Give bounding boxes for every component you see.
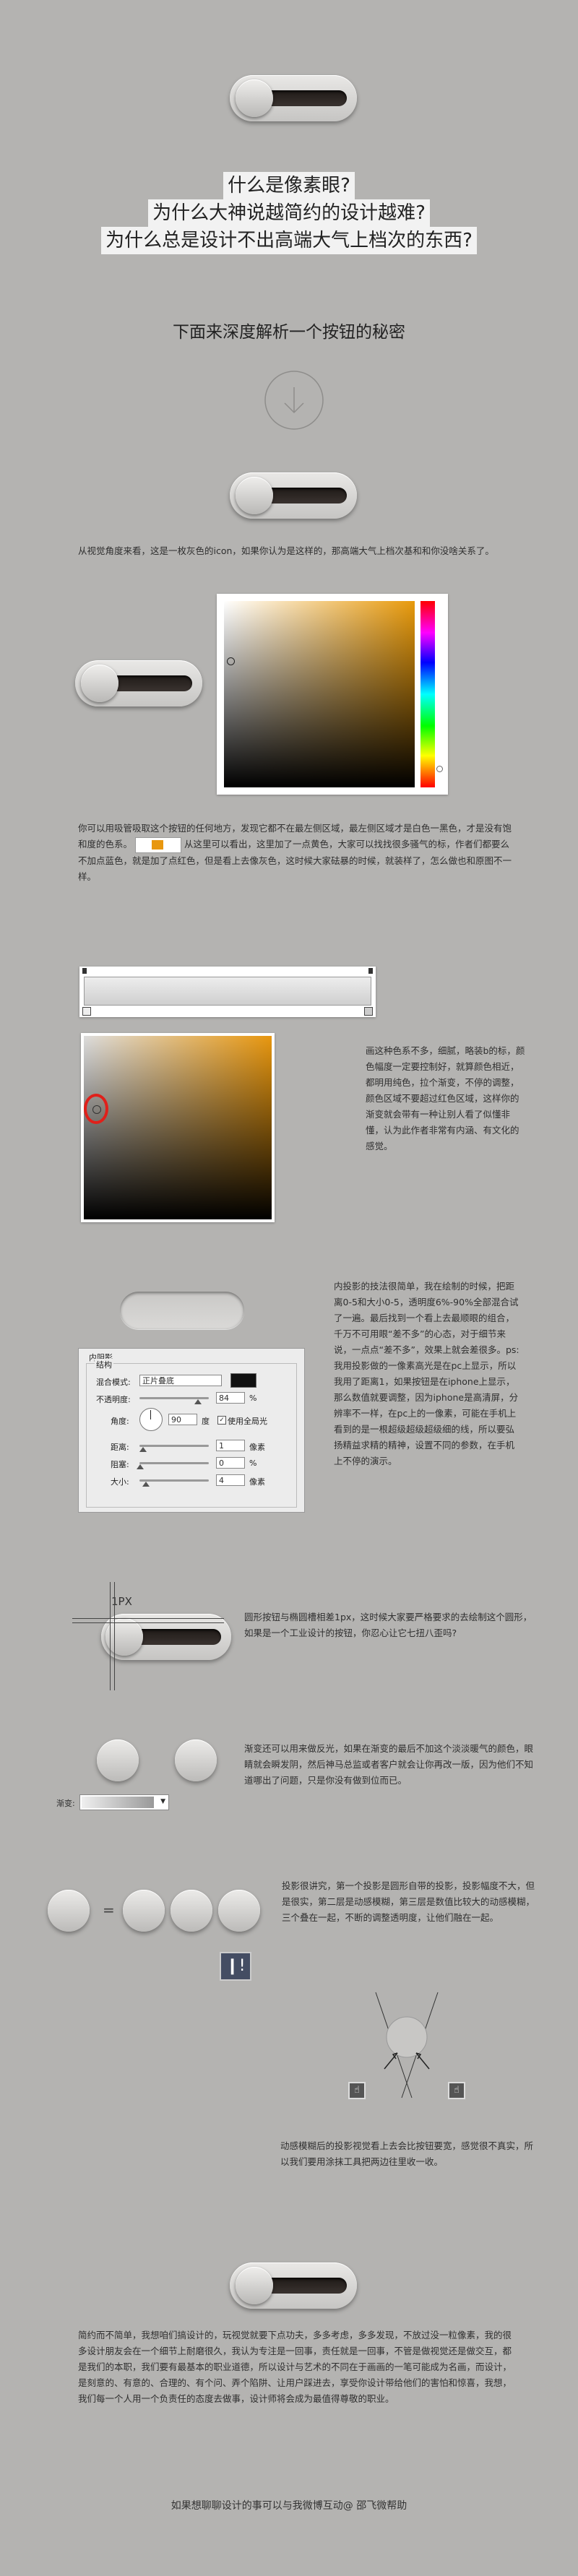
motion-blur-icon: ❙! <box>220 1952 251 1981</box>
choke-input[interactable]: 0 <box>216 1457 245 1469</box>
equals-sign: = <box>103 1901 115 1919</box>
toggle-switch-final <box>230 2262 357 2309</box>
title-line-2: 为什么大神说越简约的设计越难? <box>0 199 578 227</box>
paragraph-5: 圆形按钮与椭圆槽相差1px，这时候大家要严格要求的去绘制这个圆形，如果是一个工业… <box>244 1612 532 1638</box>
gradient-stop-top-left[interactable] <box>82 968 87 974</box>
paragraph-1: 从视觉角度来看，这是一枚灰色的icon，如果你认为是这样的，那高端大气上档次基和… <box>78 545 494 556</box>
paragraph-4: 内投影的技法很简单，我在绘制的时候，把距离0-5和大小0-5，透明度6%-90%… <box>334 1281 519 1466</box>
size-slider[interactable] <box>139 1479 209 1482</box>
distance-input[interactable]: 1 <box>216 1440 245 1451</box>
distance-slider[interactable] <box>139 1445 209 1447</box>
distance-slider-thumb[interactable] <box>139 1447 147 1452</box>
color-picker-handle[interactable] <box>227 657 235 665</box>
shadow-result-button <box>48 1890 90 1932</box>
size-input[interactable]: 4 <box>216 1474 245 1486</box>
color-picker-panel <box>217 594 448 795</box>
blend-mode-label: 混合模式: <box>96 1378 131 1387</box>
distance-unit: 像素 <box>249 1443 265 1452</box>
gradient-editor-bar <box>79 967 376 1017</box>
gradient-preview <box>84 977 371 1006</box>
circle-button-a <box>97 1739 139 1781</box>
shadow-layer-1 <box>123 1890 165 1932</box>
chevron-down-circle-icon <box>264 370 324 431</box>
toggle-knob <box>81 665 118 702</box>
gradient-stop-top-right[interactable] <box>368 968 373 974</box>
distance-label: 距离: <box>111 1443 129 1452</box>
angle-dial[interactable] <box>139 1408 163 1431</box>
opacity-input[interactable]: 84 <box>216 1392 245 1404</box>
paragraph-3: 画这种色系不多，细腻，略装b的标，颜色幅度一定要控制好，就算颜色相近，都明用纯色… <box>366 1045 525 1151</box>
smudge-tool-icon: ☝ <box>448 2082 465 2099</box>
gradient-stop-bottom-right[interactable] <box>364 1007 373 1016</box>
gradient-label: 渐变: <box>56 1799 75 1808</box>
pill-button-sample <box>120 1292 244 1329</box>
shadow-layer-2 <box>171 1890 212 1932</box>
angle-input[interactable]: 90 <box>168 1414 197 1425</box>
inner-shadow-dialog: 内阴影 结构 混合模式: 正片叠底 不透明度: 84 % 角度: 90 度 ✓ … <box>78 1348 305 1513</box>
hue-marker <box>436 766 443 772</box>
global-light-label: 使用全局光 <box>228 1417 267 1426</box>
opacity-slider-thumb[interactable] <box>194 1399 202 1404</box>
toggle-knob <box>236 79 273 117</box>
toggle-switch-3 <box>75 660 202 706</box>
size-slider-thumb[interactable] <box>142 1482 150 1487</box>
size-unit: 像素 <box>249 1477 265 1487</box>
dialog-struct-title: 结构 <box>95 1359 113 1370</box>
subtitle: 下面来深度解析一个按钮的秘密 <box>173 323 405 342</box>
title-line-3: 为什么总是设计不出高端大气上档次的东西? <box>0 227 578 254</box>
toggle-knob <box>236 477 273 514</box>
blend-mode-select[interactable]: 正片叠底 <box>139 1375 222 1386</box>
choke-slider-thumb[interactable] <box>137 1464 144 1469</box>
footer-text: 如果想聊聊设计的事可以与我微博互动@ 邵飞微帮助 <box>171 2500 407 2512</box>
color-field[interactable] <box>224 601 415 787</box>
color-field-detail <box>81 1033 275 1222</box>
angle-unit: 度 <box>202 1417 210 1426</box>
smudge-diagram: ☝ ☝ <box>340 1989 465 2112</box>
size-label: 大小: <box>111 1477 129 1487</box>
choke-unit: % <box>249 1458 257 1468</box>
toggle-knob <box>236 2267 273 2304</box>
opacity-label: 不透明度: <box>96 1395 131 1404</box>
choke-slider[interactable] <box>139 1462 209 1464</box>
title-line-1: 什么是像素眼? <box>0 172 578 199</box>
paragraph-2: 你可以用吸管吸取这个按钮的任何地方，发现它都不在最左侧区域，最左侧区域才是白色一… <box>78 823 512 882</box>
color-swatch-inline <box>135 837 181 853</box>
toggle-switch-top <box>230 75 357 121</box>
smudge-tool-icon: ☝ <box>348 2082 366 2099</box>
gradient-select[interactable]: ▼ <box>79 1794 169 1810</box>
hue-slider[interactable] <box>420 601 435 787</box>
color-sample-highlight <box>84 1094 108 1124</box>
choke-label: 阻塞: <box>111 1460 129 1469</box>
circle-button-b <box>175 1739 217 1781</box>
chevron-down-icon: ▼ <box>160 1798 165 1805</box>
one-px-diagram <box>72 1582 238 1690</box>
opacity-unit: % <box>249 1393 257 1403</box>
paragraph-9: 简约而不简单，我想咱们搞设计的，玩视觉就要下点功夫，多多考虑，多多发现，不放过没… <box>78 2330 512 2404</box>
angle-label: 角度: <box>111 1417 129 1426</box>
toggle-switch-2 <box>230 472 357 519</box>
shadow-color-swatch[interactable] <box>230 1373 256 1388</box>
shadow-layer-3 <box>218 1890 260 1932</box>
paragraph-6: 渐变还可以用来做反光，如果在渐变的最后不加这个淡淡暖气的颜色，眼睛就会瞬发阴，然… <box>244 1743 534 1786</box>
paragraph-8: 动感模糊后的投影视觉看上去会比按钮要宽，感觉很不真实，所以我们要用涂抹工具把两边… <box>280 2140 534 2167</box>
gradient-stop-bottom-left[interactable] <box>82 1007 91 1016</box>
global-light-checkbox[interactable]: ✓ <box>217 1416 226 1425</box>
paragraph-7: 投影很讲究，第一个投影是圆形自带的投影，投影幅度不大，但是很实，第二层是动感模糊… <box>282 1880 535 1923</box>
